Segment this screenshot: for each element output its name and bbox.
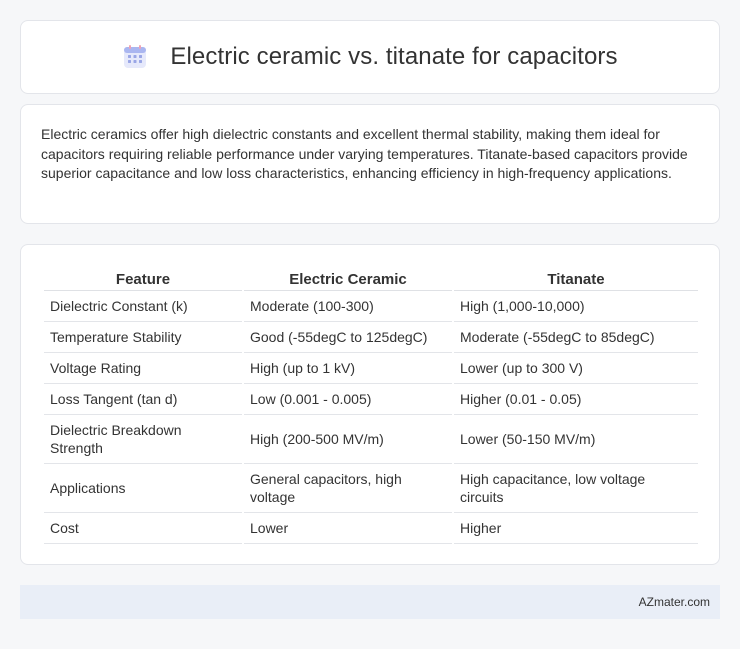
table-row: Applications General capacitors, high vo… bbox=[44, 464, 698, 513]
table-cell: High (1,000-10,000) bbox=[454, 291, 698, 322]
header-electric-ceramic: Electric Ceramic bbox=[244, 267, 452, 291]
table-row: Dielectric Breakdown Strength High (200-… bbox=[44, 415, 698, 464]
header-feature: Feature bbox=[44, 267, 242, 291]
table-cell: Cost bbox=[44, 513, 242, 544]
table-cell: Moderate (100-300) bbox=[244, 291, 452, 322]
table-row: Cost Lower Higher bbox=[44, 513, 698, 544]
table-row: Temperature Stability Good (-55degC to 1… bbox=[44, 322, 698, 353]
table-cell: Good (-55degC to 125degC) bbox=[244, 322, 452, 353]
table-header-row: Feature Electric Ceramic Titanate bbox=[44, 267, 698, 291]
table-cell: High capacitance, low voltage circuits bbox=[454, 464, 698, 513]
table-cell: Loss Tangent (tan d) bbox=[44, 384, 242, 415]
page-title: Electric ceramic vs. titanate for capaci… bbox=[170, 43, 618, 70]
footer-site-label: AZmater.com bbox=[638, 595, 710, 609]
table-cell: Temperature Stability bbox=[44, 322, 242, 353]
calendar-grid-icon bbox=[124, 45, 147, 68]
table-row: Dielectric Constant (k) Moderate (100-30… bbox=[44, 291, 698, 322]
table-row: Loss Tangent (tan d) Low (0.001 - 0.005)… bbox=[44, 384, 698, 415]
intro-text: Electric ceramics offer high dielectric … bbox=[41, 126, 688, 181]
header-titanate: Titanate bbox=[454, 267, 698, 291]
intro-card: Electric ceramics offer high dielectric … bbox=[20, 104, 720, 224]
table-cell: Higher (0.01 - 0.05) bbox=[454, 384, 698, 415]
table-cell: Lower bbox=[244, 513, 452, 544]
table-cell: Applications bbox=[44, 464, 242, 513]
footer-bar: AZmater.com bbox=[20, 585, 720, 619]
table-cell: Higher bbox=[454, 513, 698, 544]
table-cell: Dielectric Breakdown Strength bbox=[44, 415, 242, 464]
table-cell: High (200-500 MV/m) bbox=[244, 415, 452, 464]
table-cell: Voltage Rating bbox=[44, 353, 242, 384]
table-cell: General capacitors, high voltage bbox=[244, 464, 452, 513]
table-cell: High (up to 1 kV) bbox=[244, 353, 452, 384]
title-wrap: Electric ceramic vs. titanate for capaci… bbox=[122, 43, 618, 71]
table-cell: Moderate (-55degC to 85degC) bbox=[454, 322, 698, 353]
comparison-table: Feature Electric Ceramic Titanate Dielec… bbox=[42, 267, 700, 544]
header-card: Electric ceramic vs. titanate for capaci… bbox=[20, 20, 720, 94]
table-row: Voltage Rating High (up to 1 kV) Lower (… bbox=[44, 353, 698, 384]
table-cell: Lower (up to 300 V) bbox=[454, 353, 698, 384]
table-cell: Low (0.001 - 0.005) bbox=[244, 384, 452, 415]
table-card: Feature Electric Ceramic Titanate Dielec… bbox=[20, 244, 720, 565]
table-cell: Dielectric Constant (k) bbox=[44, 291, 242, 322]
table-cell: Lower (50-150 MV/m) bbox=[454, 415, 698, 464]
